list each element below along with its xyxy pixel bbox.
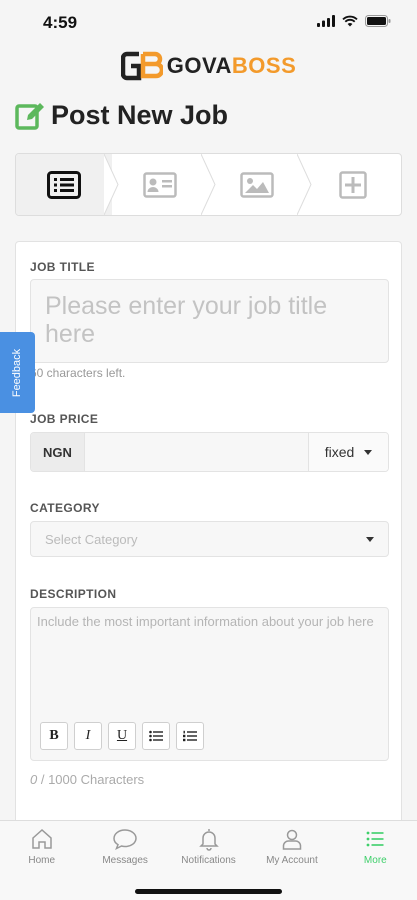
description-editor[interactable]: Include the most important information a… (30, 607, 389, 761)
feedback-tab[interactable]: Feedback (0, 332, 35, 413)
status-time: 4:59 (43, 13, 78, 32)
edit-icon (15, 102, 44, 130)
plus-square-icon (339, 170, 367, 199)
logo-text: GOVABOSS (167, 53, 297, 79)
tab-label: Notifications (181, 855, 236, 866)
category-placeholder: Select Category (45, 531, 138, 547)
tab-my-account[interactable]: My Account (250, 821, 333, 873)
id-card-icon (143, 171, 178, 198)
list-icon (47, 170, 82, 199)
chat-icon (113, 829, 137, 851)
category-select[interactable]: Select Category (30, 521, 389, 557)
numbered-list-button[interactable] (176, 722, 204, 750)
wifi-icon (342, 15, 358, 27)
job-price-label: JOB PRICE (30, 412, 99, 426)
home-icon (31, 828, 52, 849)
chevron-down-icon (366, 537, 374, 542)
step-separator (296, 154, 312, 215)
bell-icon (198, 829, 219, 851)
tab-more[interactable]: More (334, 821, 417, 873)
step-separator (200, 154, 216, 215)
tab-label: My Account (266, 855, 318, 866)
step-extras[interactable] (305, 154, 401, 215)
price-currency: NGN (31, 433, 85, 471)
italic-button[interactable]: I (74, 722, 102, 750)
job-title-input[interactable]: Please enter your job title here (30, 279, 389, 363)
tab-notifications[interactable]: Notifications (167, 821, 250, 873)
job-price-group: NGN fixed (30, 432, 389, 472)
feedback-label: Feedback (11, 348, 24, 397)
category-label: CATEGORY (30, 501, 100, 515)
brand-logo: GOVABOSS (0, 46, 417, 86)
numbered-list-icon (183, 730, 197, 742)
battery-icon (365, 15, 391, 27)
description-toolbar: B I U (40, 722, 204, 750)
price-input[interactable] (85, 433, 308, 471)
image-icon (239, 171, 274, 198)
underline-button[interactable]: U (108, 722, 136, 750)
post-job-stepper (15, 153, 402, 216)
signal-icon (317, 15, 335, 27)
step-profile[interactable] (112, 154, 216, 215)
tab-home[interactable]: Home (0, 821, 83, 873)
home-indicator (135, 889, 282, 894)
tab-label: Messages (102, 855, 148, 866)
tab-label: Home (28, 855, 56, 866)
description-char-count: 0 / 1000 Characters (30, 772, 144, 787)
price-type-value: fixed (324, 444, 355, 460)
bold-button[interactable]: B (40, 722, 68, 750)
page-title-row: Post New Job (15, 100, 228, 131)
bullet-list-icon (149, 730, 163, 742)
job-title-label: JOB TITLE (30, 260, 95, 274)
char-count-rest: / 1000 Characters (37, 772, 145, 787)
user-icon (282, 829, 302, 850)
logo-text-part1: GOVA (166, 53, 232, 78)
price-type-select[interactable]: fixed (308, 433, 388, 471)
step-details[interactable] (16, 154, 119, 215)
page-title: Post New Job (51, 100, 229, 130)
logo-text-part2: BOSS (231, 53, 297, 78)
menu-icon (366, 831, 384, 847)
job-form: JOB TITLE Please enter your job title he… (15, 241, 402, 841)
logo-mark-icon (120, 51, 163, 81)
bottom-tab-bar: Home Messages Notifications My Account M… (0, 820, 417, 900)
status-icons (317, 15, 391, 27)
chevron-down-icon (364, 449, 373, 455)
step-images[interactable] (209, 154, 312, 215)
description-placeholder: Include the most important information a… (37, 614, 374, 629)
job-title-chars-left: 60 characters left. (30, 366, 126, 380)
tab-label: More (363, 855, 387, 866)
tab-messages[interactable]: Messages (83, 821, 166, 873)
status-bar: 4:59 (0, 0, 417, 44)
bullet-list-button[interactable] (142, 722, 170, 750)
step-separator (104, 154, 119, 215)
description-label: DESCRIPTION (30, 587, 117, 601)
